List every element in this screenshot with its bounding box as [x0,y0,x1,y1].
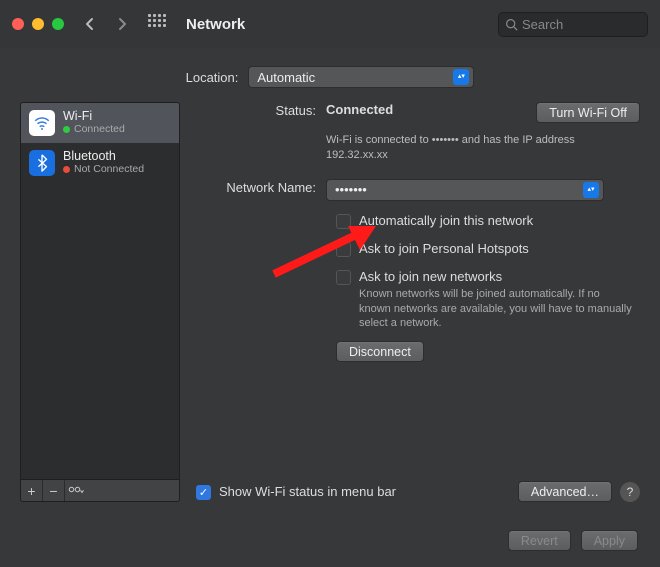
add-service-button[interactable]: + [21,480,43,501]
close-icon[interactable] [12,18,24,30]
stepper-icon: ▴▾ [453,69,469,85]
search-input[interactable]: Search [498,12,648,37]
sidebar-item-status: Not Connected [74,164,144,176]
status-label: Status: [196,102,326,123]
status-dot-icon [63,126,70,133]
hotspots-checkbox[interactable] [336,242,351,257]
wifi-toggle-button[interactable]: Turn Wi-Fi Off [536,102,640,123]
sidebar-item-wifi[interactable]: Wi-Fi Connected [21,103,179,143]
auto-join-label: Automatically join this network [359,213,533,228]
new-networks-checkbox[interactable] [336,270,351,285]
show-menu-label: Show Wi-Fi status in menu bar [219,484,396,499]
search-icon [505,18,518,31]
hotspots-label: Ask to join Personal Hotspots [359,241,529,256]
footer-buttons: Revert Apply [508,530,638,551]
network-name-value: ••••••• [335,182,367,197]
location-dropdown[interactable]: Automatic ▴▾ [248,66,474,88]
service-actions-button[interactable] [65,480,87,501]
location-value: Automatic [257,70,315,85]
zoom-icon[interactable] [52,18,64,30]
revert-button[interactable]: Revert [508,530,571,551]
sidebar-item-label: Bluetooth [63,150,144,164]
apply-button[interactable]: Apply [581,530,638,551]
auto-join-checkbox[interactable] [336,214,351,229]
hotspots-row: Ask to join Personal Hotspots [196,241,640,257]
new-networks-sublabel: Known networks will be joined automatica… [359,287,632,332]
stepper-icon: ▴▾ [583,182,599,198]
help-button[interactable]: ? [620,482,640,502]
detail-pane: Status: Connected Turn Wi-Fi Off Wi-Fi i… [196,102,640,502]
location-label: Location: [186,70,239,85]
bluetooth-icon [29,150,55,176]
status-dot-icon [63,166,70,173]
show-all-icon[interactable] [148,14,168,34]
network-name-label: Network Name: [196,179,326,201]
forward-button[interactable] [110,12,134,36]
sidebar-footer: + − [20,480,180,502]
titlebar: Network Search [0,0,660,48]
new-networks-row: Ask to join new networks Known networks … [196,269,640,332]
sidebar-item-status: Connected [74,124,125,136]
auto-join-row: Automatically join this network [196,213,640,229]
service-list: Wi-Fi Connected Bluetooth Not Connected [20,102,180,480]
disconnect-button[interactable]: Disconnect [336,341,424,362]
status-subtext: Wi-Fi is connected to ••••••• and has th… [326,133,640,163]
sidebar-item-label: Wi-Fi [63,110,125,124]
advanced-button[interactable]: Advanced… [518,481,612,502]
show-menu-checkbox[interactable]: ✓ [196,485,211,500]
location-row: Location: Automatic ▴▾ [0,48,660,102]
remove-service-button[interactable]: − [43,480,65,501]
new-networks-label: Ask to join new networks [359,269,502,284]
sidebar-item-bluetooth[interactable]: Bluetooth Not Connected [21,143,179,183]
search-placeholder: Search [522,17,563,32]
window-controls [12,18,64,30]
network-name-dropdown[interactable]: ••••••• ▴▾ [326,179,604,201]
minimize-icon[interactable] [32,18,44,30]
back-button[interactable] [78,12,102,36]
wifi-icon [29,110,55,136]
status-value: Connected [326,102,393,117]
window-title: Network [186,16,245,33]
